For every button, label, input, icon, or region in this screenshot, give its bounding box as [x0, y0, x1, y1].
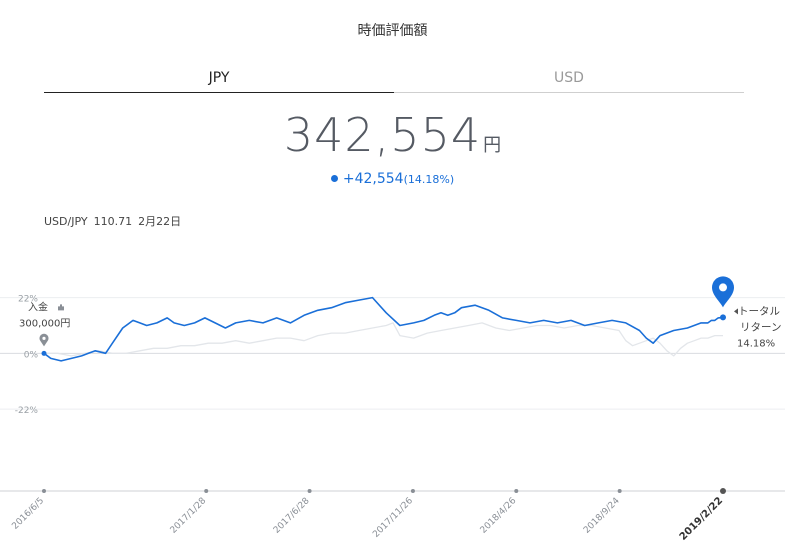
y-tick-label: -22% [15, 406, 39, 416]
fx-rate: 110.71 [93, 215, 133, 228]
fx-rate-info: USD/JPY 110.71 2月22日 [44, 213, 187, 229]
change-percent: (14.18%) [403, 173, 455, 186]
end-label-line: リターン [740, 321, 781, 333]
deposit-amount: 300,000円 [19, 318, 70, 329]
change-amount: +42,554 [342, 171, 404, 187]
valuation-change: +42,554(14.18%) [0, 171, 785, 187]
x-tick-dot [204, 489, 209, 493]
x-tick-dot [514, 489, 519, 493]
benchmark-line [44, 322, 723, 357]
x-tick-dot [720, 488, 726, 494]
fx-date: 2月22日 [138, 215, 182, 228]
deposit-icon [58, 304, 64, 311]
x-tick-label: 2018/4/26 [479, 496, 519, 536]
x-tick-label: 2018/9/24 [582, 496, 622, 536]
currency-tabs: JPY USD [44, 70, 744, 94]
end-label-line: トータル [738, 305, 780, 317]
valuation-display: 342,554 円 [0, 108, 785, 162]
performance-chart: 22%0%-22% 入金300,000円トータルリターン14.18% 2016/… [0, 276, 785, 543]
x-tick-label: 2017/6/28 [272, 496, 312, 536]
x-tick-label: 2017/11/26 [371, 496, 415, 540]
location-pin-dot [719, 283, 727, 292]
fx-pair: USD/JPY [44, 215, 88, 228]
x-tick-dot [410, 489, 415, 493]
y-tick-label: 0% [24, 350, 39, 360]
end-point [720, 314, 726, 321]
location-pin-icon [712, 276, 734, 308]
deposit-pin-icon [39, 333, 49, 347]
portfolio-line [43, 296, 724, 362]
deposit-pin-dot [42, 336, 46, 340]
end-percent: 14.18% [737, 338, 775, 349]
valuation-unit: 円 [483, 135, 502, 156]
x-tick-dot [617, 489, 622, 493]
x-tick-label: 2016/6/5 [10, 496, 46, 532]
x-tick-dot [307, 489, 312, 493]
start-point [41, 350, 47, 356]
tab-usd[interactable]: USD [394, 70, 744, 93]
x-tick-label: 2017/1/28 [169, 496, 209, 536]
valuation-amount: 342,554 [283, 108, 482, 162]
deposit-label: 入金 [28, 300, 48, 313]
tab-jpy[interactable]: JPY [44, 70, 394, 93]
x-tick-label: 2019/2/22 [678, 495, 725, 542]
page-title: 時価評価額 [357, 23, 428, 39]
x-tick-dot [42, 489, 46, 493]
change-dot-icon [330, 175, 338, 182]
